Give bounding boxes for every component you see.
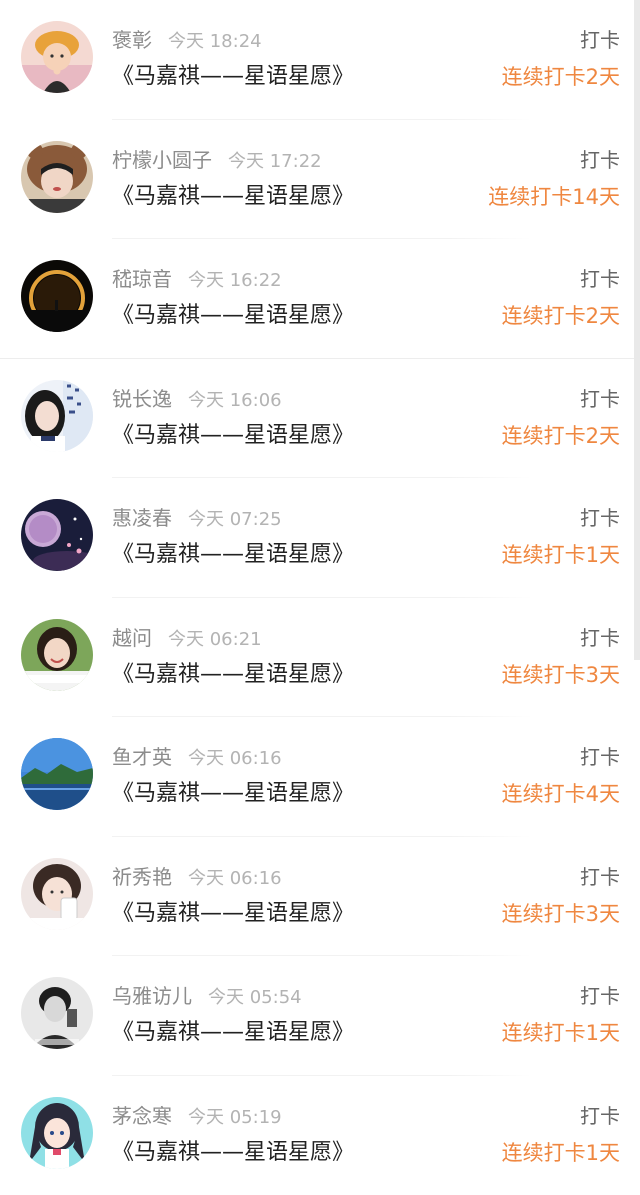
checkin-action-label: 打卡 <box>580 622 620 654</box>
entry-meta: 鱼才英今天 06:16 <box>112 741 282 773</box>
avatar-bear-hood-icon <box>21 141 93 213</box>
streak-label: 连续打卡1天 <box>502 1134 620 1172</box>
checkin-list: 褒彰今天 18:24 打卡 《马嘉祺——星语星愿》 连续打卡2天 柠檬小圆子今天… <box>0 0 640 1195</box>
post-time: 今天 05:19 <box>188 1107 282 1128</box>
book-title[interactable]: 《马嘉祺——星语星愿》 <box>112 58 354 96</box>
entry-meta: 茅念寒今天 05:19 <box>112 1100 282 1132</box>
avatar-anime-girl-icon <box>21 1097 93 1169</box>
streak-label: 连续打卡1天 <box>502 536 620 574</box>
list-item[interactable]: 乌雅访儿今天 05:54 打卡 《马嘉祺——星语星愿》 连续打卡1天 <box>0 956 640 1076</box>
entry-meta: 柠檬小圆子今天 17:22 <box>112 144 322 176</box>
list-item[interactable]: 越问今天 06:21 打卡 《马嘉祺——星语星愿》 连续打卡3天 <box>0 598 640 718</box>
avatar-lake-mountains-icon <box>21 738 93 810</box>
avatar[interactable] <box>21 1097 93 1169</box>
book-title[interactable]: 《马嘉祺——星语星愿》 <box>112 178 354 216</box>
avatar-girl-phone-icon <box>21 858 93 930</box>
streak-label: 连续打卡3天 <box>502 895 620 933</box>
checkin-action-label: 打卡 <box>580 502 620 534</box>
streak-label: 连续打卡1天 <box>502 1014 620 1052</box>
streak-label: 连续打卡3天 <box>502 656 620 694</box>
user-name[interactable]: 嵇琼音 <box>112 267 172 291</box>
checkin-action-label: 打卡 <box>580 861 620 893</box>
list-item[interactable]: 褒彰今天 18:24 打卡 《马嘉祺——星语星愿》 连续打卡2天 <box>0 0 640 120</box>
streak-label: 连续打卡2天 <box>502 297 620 335</box>
scrollbar[interactable] <box>634 0 640 660</box>
post-time: 今天 18:24 <box>168 31 262 52</box>
list-item[interactable]: 茅念寒今天 05:19 打卡 《马嘉祺——星语星愿》 连续打卡1天 <box>0 1076 640 1195</box>
post-time: 今天 06:16 <box>188 868 282 889</box>
post-time: 今天 17:22 <box>228 151 322 172</box>
checkin-action-label: 打卡 <box>580 144 620 176</box>
user-name[interactable]: 鱼才英 <box>112 745 172 769</box>
post-time: 今天 16:22 <box>188 270 282 291</box>
avatar[interactable] <box>21 977 93 1049</box>
list-item[interactable]: 锐长逸今天 16:06 打卡 《马嘉祺——星语星愿》 连续打卡2天 <box>0 359 640 479</box>
user-name[interactable]: 柠檬小圆子 <box>112 148 212 172</box>
user-name[interactable]: 褒彰 <box>112 28 152 52</box>
book-title[interactable]: 《马嘉祺——星语星愿》 <box>112 417 354 455</box>
checkin-action-label: 打卡 <box>580 383 620 415</box>
book-title[interactable]: 《马嘉祺——星语星愿》 <box>112 297 354 335</box>
book-title[interactable]: 《马嘉祺——星语星愿》 <box>112 536 354 574</box>
entry-meta: 祈秀艳今天 06:16 <box>112 861 282 893</box>
book-title[interactable]: 《马嘉祺——星语星愿》 <box>112 895 354 933</box>
user-name[interactable]: 茅念寒 <box>112 1104 172 1128</box>
avatar-bw-boy-icon <box>21 977 93 1049</box>
user-name[interactable]: 越问 <box>112 626 152 650</box>
book-title[interactable]: 《马嘉祺——星语星愿》 <box>112 1134 354 1172</box>
avatar[interactable] <box>21 260 93 332</box>
avatar[interactable] <box>21 380 93 452</box>
book-title[interactable]: 《马嘉祺——星语星愿》 <box>112 775 354 813</box>
checkin-action-label: 打卡 <box>580 1100 620 1132</box>
avatar[interactable] <box>21 858 93 930</box>
checkin-action-label: 打卡 <box>580 980 620 1012</box>
avatar-girl-green-icon <box>21 619 93 691</box>
avatar[interactable] <box>21 738 93 810</box>
entry-meta: 褒彰今天 18:24 <box>112 24 262 56</box>
user-name[interactable]: 乌雅访儿 <box>112 984 192 1008</box>
avatar[interactable] <box>21 499 93 571</box>
post-time: 今天 07:25 <box>188 509 282 530</box>
avatar-girl-calligraphy-icon <box>21 380 93 452</box>
post-time: 今天 06:21 <box>168 629 262 650</box>
post-time: 今天 16:06 <box>188 390 282 411</box>
streak-label: 连续打卡2天 <box>502 417 620 455</box>
checkin-action-label: 打卡 <box>580 24 620 56</box>
entry-meta: 惠凌春今天 07:25 <box>112 502 282 534</box>
avatar-child-hat-icon <box>21 21 93 93</box>
entry-meta: 越问今天 06:21 <box>112 622 262 654</box>
user-name[interactable]: 祈秀艳 <box>112 865 172 889</box>
avatar-night-moon-icon <box>21 499 93 571</box>
book-title[interactable]: 《马嘉祺——星语星愿》 <box>112 656 354 694</box>
avatar[interactable] <box>21 619 93 691</box>
avatar[interactable] <box>21 141 93 213</box>
checkin-action-label: 打卡 <box>580 741 620 773</box>
list-item[interactable]: 祈秀艳今天 06:16 打卡 《马嘉祺——星语星愿》 连续打卡3天 <box>0 837 640 957</box>
streak-label: 连续打卡4天 <box>502 775 620 813</box>
avatar[interactable] <box>21 21 93 93</box>
book-title[interactable]: 《马嘉祺——星语星愿》 <box>112 1014 354 1052</box>
list-item[interactable]: 嵇琼音今天 16:22 打卡 《马嘉祺——星语星愿》 连续打卡2天 <box>0 239 640 359</box>
post-time: 今天 05:54 <box>208 987 302 1008</box>
list-item[interactable]: 惠凌春今天 07:25 打卡 《马嘉祺——星语星愿》 连续打卡1天 <box>0 478 640 598</box>
streak-label: 连续打卡2天 <box>502 58 620 96</box>
entry-meta: 锐长逸今天 16:06 <box>112 383 282 415</box>
post-time: 今天 06:16 <box>188 748 282 769</box>
checkin-action-label: 打卡 <box>580 263 620 295</box>
entry-meta: 嵇琼音今天 16:22 <box>112 263 282 295</box>
avatar-eclipse-icon <box>21 260 93 332</box>
list-item[interactable]: 鱼才英今天 06:16 打卡 《马嘉祺——星语星愿》 连续打卡4天 <box>0 717 640 837</box>
user-name[interactable]: 惠凌春 <box>112 506 172 530</box>
streak-label: 连续打卡14天 <box>488 178 620 216</box>
entry-meta: 乌雅访儿今天 05:54 <box>112 980 302 1012</box>
user-name[interactable]: 锐长逸 <box>112 387 172 411</box>
list-item[interactable]: 柠檬小圆子今天 17:22 打卡 《马嘉祺——星语星愿》 连续打卡14天 <box>0 120 640 240</box>
